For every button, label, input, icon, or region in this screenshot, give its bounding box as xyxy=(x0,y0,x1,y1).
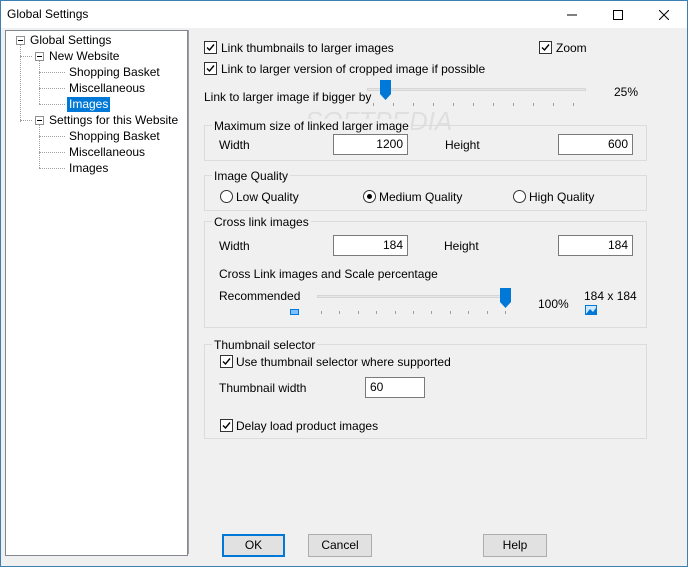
check-icon xyxy=(206,44,215,52)
cross-link-title: Cross link images xyxy=(212,215,311,229)
slider-thumb-icon xyxy=(380,80,391,100)
delay-load-checkbox[interactable] xyxy=(220,419,233,432)
close-icon xyxy=(659,9,669,20)
slider-tick xyxy=(533,103,534,106)
check-icon xyxy=(206,65,215,73)
panel-divider xyxy=(188,30,189,554)
image-quality-title: Image Quality xyxy=(212,169,291,183)
slider-tick xyxy=(553,103,554,106)
minimize-button[interactable] xyxy=(549,1,595,28)
tree-item-nw-images[interactable]: Images xyxy=(67,97,111,112)
cross-width-input[interactable]: 184 xyxy=(333,235,408,256)
slider-tick xyxy=(573,103,574,106)
slider-tick xyxy=(505,311,506,314)
slider-tick xyxy=(468,311,470,314)
check-icon xyxy=(541,44,550,52)
use-selector-checkbox[interactable] xyxy=(220,355,233,368)
collapse-global-icon[interactable] xyxy=(16,36,25,45)
large-image-icon xyxy=(585,305,597,315)
title-bar: Global Settings xyxy=(1,1,687,28)
slider-tick xyxy=(486,311,488,314)
high-quality-radio[interactable] xyxy=(513,190,526,203)
slider-tick xyxy=(394,311,396,314)
slider-tick xyxy=(393,103,394,106)
link-cropped-label: Link to larger version of cropped image … xyxy=(221,62,486,76)
slider-tick xyxy=(433,103,434,106)
cross-height-input[interactable]: 184 xyxy=(558,235,633,256)
link-if-bigger-slider[interactable] xyxy=(380,80,391,100)
delay-load-label: Delay load product images xyxy=(236,419,379,433)
max-width-input[interactable]: 1200 xyxy=(333,134,408,155)
minimize-icon xyxy=(567,14,577,15)
cross-height-label: Height xyxy=(444,239,479,253)
tree-item-nw-miscellaneous[interactable]: Miscellaneous xyxy=(69,81,145,96)
slider-tick xyxy=(453,103,454,106)
collapse-this-website-icon[interactable] xyxy=(35,116,44,125)
cancel-button[interactable]: Cancel xyxy=(308,534,372,557)
use-selector-label: Use thumbnail selector where supported xyxy=(236,355,451,369)
settings-window: Global Settings Global Settings New Webs… xyxy=(0,0,688,567)
link-thumbnails-label: Link thumbnails to larger images xyxy=(221,41,394,55)
slider-tick xyxy=(376,311,378,314)
scale-label: Cross Link images and Scale percentage xyxy=(219,267,438,281)
slider-tick xyxy=(413,311,414,314)
low-quality-label: Low Quality xyxy=(236,190,299,204)
max-height-input[interactable]: 600 xyxy=(558,134,633,155)
slider-tick xyxy=(413,103,414,106)
tree-item-global-settings[interactable]: Global Settings xyxy=(30,33,111,48)
slider-tick xyxy=(321,311,322,314)
maximize-button[interactable] xyxy=(595,1,641,28)
link-thumbnails-checkbox[interactable] xyxy=(204,41,217,54)
link-if-bigger-label: Link to larger image if bigger by xyxy=(204,90,372,104)
tree-item-nw-shopping-basket[interactable]: Shopping Basket xyxy=(69,65,160,80)
cross-width-label: Width xyxy=(219,239,250,253)
thumb-width-input[interactable]: 60 xyxy=(365,377,425,398)
link-cropped-checkbox[interactable] xyxy=(204,62,217,75)
slider-tick xyxy=(493,103,494,106)
slider-tick xyxy=(513,103,514,106)
slider-tick xyxy=(449,311,451,314)
max-width-label: Width xyxy=(219,138,250,152)
high-quality-label: High Quality xyxy=(529,190,595,204)
tree-item-this-website[interactable]: Settings for this Website xyxy=(49,113,178,128)
link-if-bigger-track xyxy=(367,88,586,91)
low-quality-radio[interactable] xyxy=(220,190,233,203)
max-size-title: Maximum size of linked larger image xyxy=(212,119,411,133)
tree-item-tw-miscellaneous[interactable]: Miscellaneous xyxy=(69,145,145,160)
tree-item-tw-shopping-basket[interactable]: Shopping Basket xyxy=(69,129,160,144)
tree-item-tw-images[interactable]: Images xyxy=(69,161,108,176)
zoom-checkbox[interactable] xyxy=(539,41,552,54)
check-icon xyxy=(222,358,231,366)
slider-tick xyxy=(339,311,341,314)
slider-thumb-icon xyxy=(499,288,511,308)
small-image-icon xyxy=(290,309,299,315)
medium-quality-radio[interactable] xyxy=(363,190,376,203)
link-if-bigger-value: 25% xyxy=(614,85,639,99)
close-button[interactable] xyxy=(641,1,687,28)
size-readout: 184 x 184 xyxy=(584,289,637,303)
window-title: Global Settings xyxy=(7,7,89,21)
settings-tree[interactable]: Global Settings New Website Shopping Bas… xyxy=(5,30,188,556)
slider-tick xyxy=(373,103,374,106)
slider-tick xyxy=(357,311,359,314)
medium-quality-label: Medium Quality xyxy=(379,190,463,204)
help-button[interactable]: Help xyxy=(483,534,547,557)
scale-slider[interactable] xyxy=(499,288,511,308)
max-height-label: Height xyxy=(445,138,480,152)
check-icon xyxy=(222,422,231,430)
maximize-icon xyxy=(613,9,623,20)
ok-button[interactable]: OK xyxy=(222,534,285,557)
zoom-label: Zoom xyxy=(556,41,587,55)
thumb-width-label: Thumbnail width xyxy=(219,381,307,395)
recommended-label: Recommended xyxy=(219,289,301,303)
collapse-new-website-icon[interactable] xyxy=(35,52,44,61)
scale-track xyxy=(317,295,510,298)
thumb-selector-title: Thumbnail selector xyxy=(212,338,318,352)
slider-tick xyxy=(431,311,433,314)
scale-value: 100% xyxy=(538,297,569,311)
slider-tick xyxy=(473,103,474,106)
tree-item-new-website[interactable]: New Website xyxy=(49,49,119,64)
